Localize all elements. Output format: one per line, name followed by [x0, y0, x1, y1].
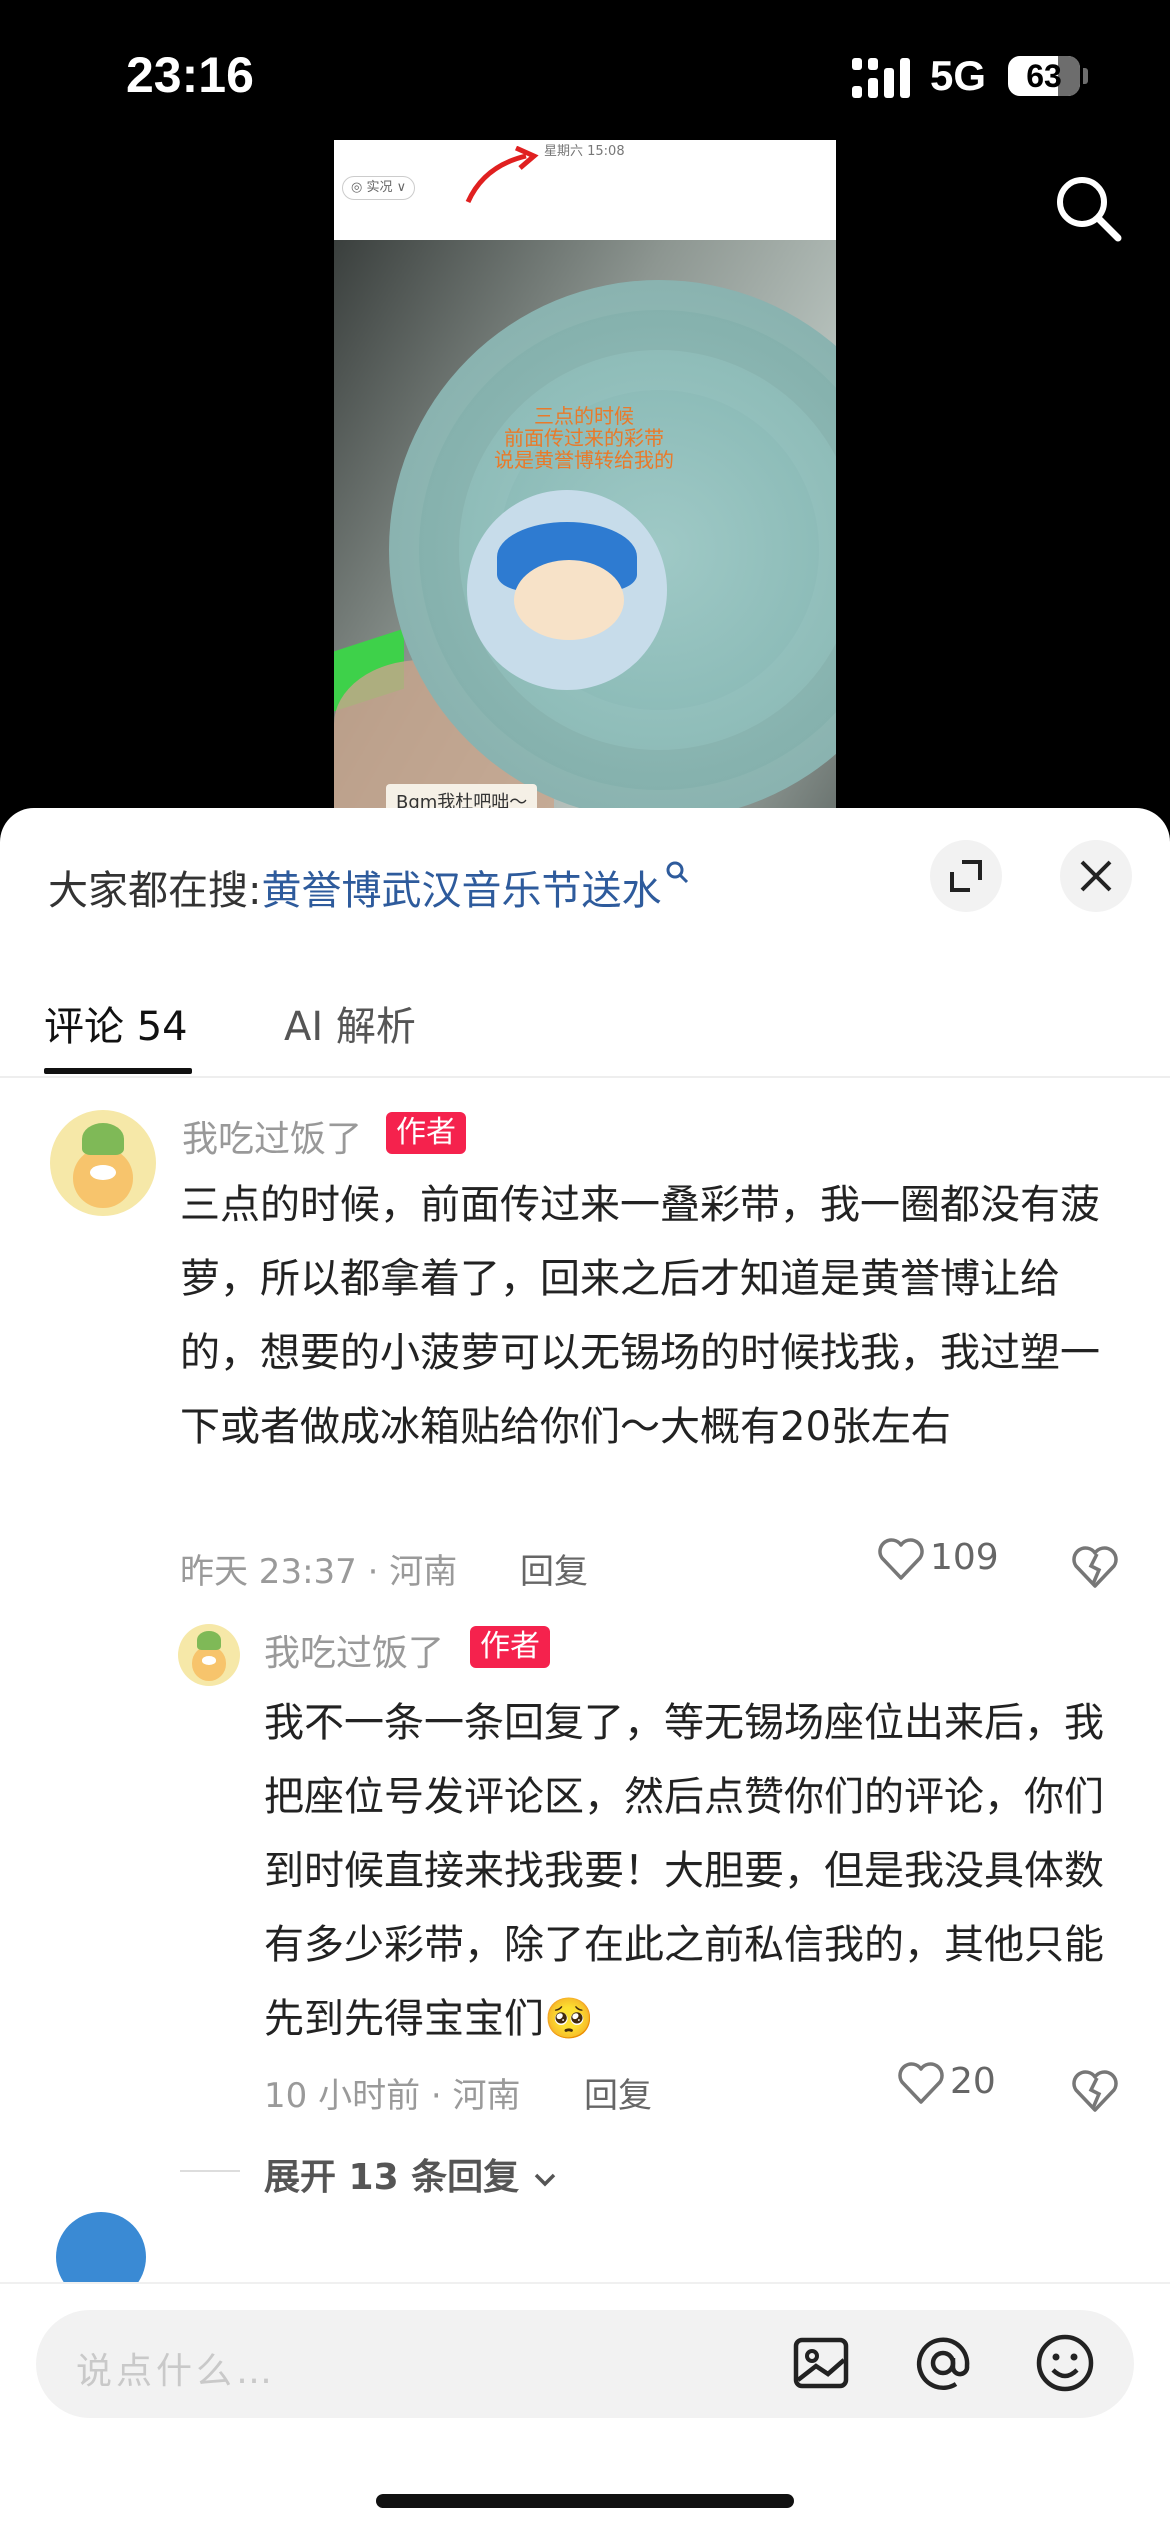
author-badge: 作者: [386, 1112, 466, 1154]
network-type: 5G: [930, 52, 987, 99]
expand-button[interactable]: [930, 840, 1002, 912]
comment-sheet: 大家都在搜:黄誉博武汉音乐节送水 评论 54 AI 解析 我吃过饭了 作者 三点…: [0, 808, 1170, 2532]
reply-username[interactable]: 我吃过饭了: [264, 1624, 444, 1676]
battery-percent: 63: [1026, 58, 1062, 94]
tab-comments[interactable]: 评论 54: [44, 994, 188, 1052]
divider: [180, 2170, 240, 2172]
home-indicator[interactable]: [376, 2494, 794, 2508]
trending-prefix: 大家都在搜:: [48, 868, 262, 914]
like-button[interactable]: 20: [896, 2060, 996, 2106]
author-badge: 作者: [470, 1626, 550, 1668]
video-player[interactable]: 三点的时候 前面传过来的彩带 说是黄誉博转给我的 Bgm我杜吧咄～ 星期六 15…: [334, 140, 836, 820]
expand-replies-label: 展开 13 条回复: [264, 2157, 520, 2198]
search-icon[interactable]: [1052, 172, 1124, 244]
live-photo-chip: ◎ 实况 ∨: [342, 176, 416, 200]
like-count: 109: [930, 1537, 999, 1578]
reply-text: 我不一条一条回复了，等无锡场座位出来后，我把座位号发评论区，然后点赞你们的评论，…: [264, 1700, 1104, 2042]
screenshot-header: 星期六 15:08 ◎ 实况 ∨: [334, 140, 836, 240]
signal-strength-icon: [852, 58, 910, 98]
trending-query-link[interactable]: 黄誉博武汉音乐节送水: [261, 868, 661, 914]
expand-icon: [950, 860, 982, 892]
reply-button[interactable]: 回复: [520, 1544, 588, 1593]
trending-search[interactable]: 大家都在搜:黄誉博武汉音乐节送水: [48, 858, 691, 916]
heart-icon: [878, 1538, 924, 1580]
image-icon[interactable]: [788, 2330, 854, 2396]
reply-avatar[interactable]: [178, 1624, 240, 1686]
heart-icon: [898, 2062, 944, 2104]
comment-meta: 昨天 23:37 · 河南: [180, 1552, 458, 1592]
red-arrow-icon: [465, 146, 539, 204]
chevron-down-icon: [534, 2173, 555, 2187]
tab-ai-analysis[interactable]: AI 解析: [284, 994, 416, 1052]
video-overlay-text: 三点的时候 前面传过来的彩带 说是黄誉博转给我的: [494, 404, 674, 472]
battery-icon: 63: [1008, 56, 1080, 96]
comment-composer: 说点什么…: [0, 2282, 1170, 2532]
close-button[interactable]: [1060, 840, 1132, 912]
close-icon: [1080, 860, 1112, 892]
comment-input[interactable]: 说点什么…: [36, 2310, 1134, 2418]
expand-replies-button[interactable]: 展开 13 条回复: [264, 2148, 558, 2200]
dislike-heart-icon[interactable]: [1070, 1544, 1120, 1590]
comment-input-placeholder: 说点什么…: [76, 2351, 277, 2392]
at-mention-icon[interactable]: [910, 2330, 976, 2396]
dislike-heart-icon[interactable]: [1070, 2068, 1120, 2114]
comment-tabs: 评论 54 AI 解析: [0, 964, 1170, 1078]
reply-button[interactable]: 回复: [584, 2068, 652, 2117]
reply-meta: 10 小时前 · 河南: [264, 2076, 521, 2116]
like-count: 20: [950, 2061, 996, 2102]
status-bar: 23:16 5G 63: [0, 0, 1170, 150]
status-time: 23:16: [126, 47, 254, 103]
small-search-icon: [666, 861, 689, 884]
avatar[interactable]: [50, 1110, 156, 1216]
like-button[interactable]: 109: [876, 1536, 999, 1582]
comment-username[interactable]: 我吃过饭了: [182, 1110, 362, 1162]
tab-active-indicator: [44, 1068, 192, 1074]
comment-text: 三点的时候，前面传过来一叠彩带，我一圈都没有菠萝，所以都拿着了，回来之后才知道是…: [180, 1182, 1100, 1450]
emoji-icon[interactable]: [1032, 2330, 1098, 2396]
